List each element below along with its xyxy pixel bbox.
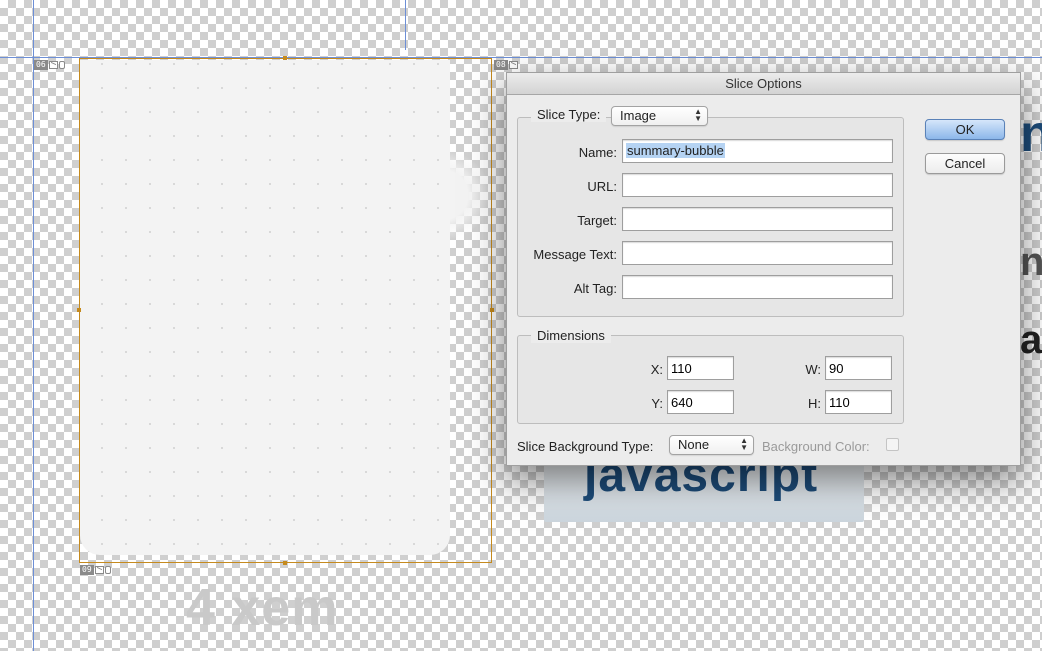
alt-tag-field[interactable] (622, 275, 893, 299)
link-icon (58, 61, 65, 69)
w-field[interactable] (825, 356, 892, 380)
slice-background-type-label: Slice Background Type: (517, 439, 654, 454)
background-type-value: None (678, 437, 710, 452)
slice-type-value: Image (620, 108, 657, 123)
w-label: W: (805, 362, 821, 377)
slice-options-dialog: Slice Options Slice Type: Image ▲ ▼ Name:… (506, 72, 1021, 466)
dimensions-title: Dimensions (531, 328, 611, 343)
slice-type-label: Slice Type: (531, 107, 607, 122)
dialog-title[interactable]: Slice Options (507, 73, 1020, 95)
guide-line-vertical[interactable] (405, 0, 406, 50)
image-slice-icon (48, 61, 58, 69)
url-label: URL: (587, 179, 617, 194)
name-label: Name: (578, 145, 617, 160)
guide-line-vertical[interactable] (33, 0, 34, 651)
target-label: Target: (577, 213, 617, 228)
slice-handle[interactable] (283, 561, 287, 565)
slice-type-select[interactable]: Image ▲ ▼ (611, 106, 708, 126)
background-text-fragment: n (1020, 240, 1042, 284)
background-text-fragment: ai (1020, 318, 1042, 362)
background-color-swatch[interactable] (886, 438, 899, 451)
alt-tag-label: Alt Tag: (573, 281, 617, 296)
slice-tag-06[interactable]: 06 (34, 60, 65, 70)
slice-number: 08 (494, 60, 508, 70)
canvas-ghost-text: 4 xem (186, 579, 339, 637)
slice-handle[interactable] (490, 308, 494, 312)
image-slice-icon (508, 61, 518, 69)
ok-button[interactable]: OK (925, 119, 1005, 140)
background-text-fragment: n (1020, 105, 1042, 163)
name-field-value: summary-bubble (626, 143, 725, 158)
y-label: Y: (651, 396, 663, 411)
url-field[interactable] (622, 173, 893, 197)
image-slice-icon (94, 566, 104, 574)
y-field[interactable] (667, 390, 734, 414)
slice-number: 09 (80, 565, 94, 575)
chevron-updown-icon: ▲ ▼ (740, 436, 748, 452)
name-field[interactable]: summary-bubble (622, 139, 893, 163)
slice-handle[interactable] (77, 308, 81, 312)
message-text-field[interactable] (622, 241, 893, 265)
background-color-label: Background Color: (762, 439, 870, 454)
slice-background-type-select[interactable]: None ▲ ▼ (669, 435, 754, 455)
message-text-label: Message Text: (533, 247, 617, 262)
x-field[interactable] (667, 356, 734, 380)
h-label: H: (808, 396, 821, 411)
slice-tag-09[interactable]: 09 (80, 565, 111, 575)
slice-number: 06 (34, 60, 48, 70)
link-icon (104, 566, 111, 574)
chevron-updown-icon: ▲ ▼ (694, 107, 702, 123)
h-field[interactable] (825, 390, 892, 414)
selected-slice-outline[interactable] (79, 58, 492, 563)
slice-tag-08[interactable]: 08 (494, 60, 518, 70)
slice-handle[interactable] (283, 56, 287, 60)
x-label: X: (650, 362, 663, 377)
target-field[interactable] (622, 207, 893, 231)
cancel-button[interactable]: Cancel (925, 153, 1005, 174)
